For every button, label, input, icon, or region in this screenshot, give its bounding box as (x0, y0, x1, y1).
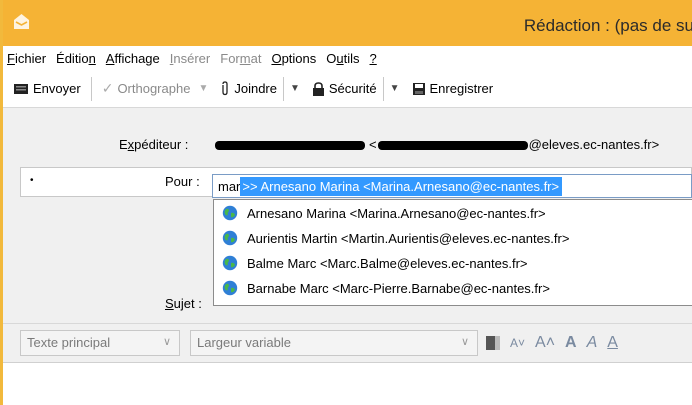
autocomplete-popup: Arnesano Marina <Marina.Arnesano@ec-nant… (213, 199, 692, 306)
toolbar-separator (382, 76, 384, 101)
menu-bar: Fichier Édition Affichage Insérer Format Opti… (3, 46, 692, 70)
smaller-text-icon[interactable]: A˅ (510, 336, 525, 350)
lock-icon (312, 81, 324, 96)
to-typed-text: mar (218, 178, 241, 194)
subject-label: Sujet : (165, 296, 202, 311)
autocomplete-item[interactable]: Aurientis Martin <Martin.Aurientis@eleve… (214, 226, 692, 250)
thunderbird-icon (14, 14, 29, 29)
paragraph-format-select[interactable]: Texte principal ∨ (20, 329, 180, 356)
attach-button[interactable]: Joindre (216, 76, 281, 102)
from-suffix: @eleves.ec-nantes.fr> (528, 137, 660, 152)
attach-dropdown-icon[interactable]: ▼ (286, 83, 304, 94)
attach-label: Joindre (234, 81, 277, 96)
security-button[interactable]: Sécurité (308, 76, 381, 102)
chevron-down-icon: ∨ (460, 335, 469, 348)
menu-4[interactable]: Format (220, 51, 261, 66)
toolbar-separator (90, 76, 92, 101)
autocomplete-item-label: Aurientis Martin <Martin.Aurientis@eleve… (247, 230, 570, 246)
spelling-label: Orthographe (117, 81, 191, 96)
font-select[interactable]: Largeur variable ∨ (190, 329, 478, 356)
globe-icon (222, 280, 238, 296)
menu-7[interactable]: ? (370, 51, 377, 66)
autocomplete-item[interactable]: Balme Marc <Marc.Balme@eleves.ec-nantes.… (214, 251, 692, 275)
compose-toolbar: Envoyer ✓ Orthographe ▼ Joindre ▼ Sécuri… (3, 70, 692, 108)
toolbar-separator (282, 76, 284, 101)
send-icon (14, 83, 28, 94)
send-label: Envoyer (33, 81, 81, 96)
font-value: Largeur variable (197, 335, 291, 350)
autocomplete-item[interactable]: Barnabe Marc <Marc-Pierre.Barnabe@ec-nan… (214, 276, 692, 300)
menu-5[interactable]: Options (271, 51, 316, 66)
recipient-type-dropdown-icon[interactable]: • (30, 175, 34, 186)
to-input[interactable]: mar >> Arnesano Marina <Marina.Arnesano@e… (212, 174, 692, 198)
spelling-dropdown-icon[interactable]: ▼ (194, 83, 212, 94)
floppy-disk-icon (412, 82, 425, 95)
menu-2[interactable]: Affichage (106, 51, 160, 66)
save-button[interactable]: Enregistrer (408, 76, 498, 102)
checkmark-icon: ✓ (101, 80, 114, 96)
redacted-email (377, 141, 528, 151)
send-button[interactable]: Envoyer (9, 76, 85, 102)
autocomplete-item-label: Arnesano Marina <Marina.Arnesano@ec-nant… (247, 205, 546, 221)
bold-icon[interactable]: A (565, 334, 577, 352)
autocomplete-item-label: Barnabe Marc <Marc-Pierre.Barnabe@ec-nan… (247, 280, 550, 296)
redacted-name (215, 141, 365, 151)
menu-1[interactable]: Édition (56, 51, 96, 66)
globe-icon (222, 205, 238, 221)
spelling-button[interactable]: ✓ Orthographe (98, 76, 195, 102)
autocomplete-item[interactable]: Arnesano Marina <Marina.Arnesano@ec-nant… (214, 201, 692, 225)
window-title: Rédaction : (pas de su (523, 16, 692, 35)
autocomplete-item-label: Balme Marc <Marc.Balme@eleves.ec-nantes.… (247, 255, 528, 271)
menu-0[interactable]: Fichier (7, 51, 46, 66)
text-color-icon[interactable] (486, 335, 500, 350)
italic-icon[interactable]: A (587, 334, 598, 352)
menu-6[interactable]: Outils (326, 51, 359, 66)
paragraph-format-value: Texte principal (27, 335, 111, 350)
menu-3[interactable]: Insérer (170, 51, 210, 66)
chevron-down-icon: ∨ (162, 335, 171, 348)
from-label: Expéditeur : (119, 137, 189, 152)
paperclip-icon (222, 81, 228, 96)
globe-icon (222, 255, 238, 271)
message-body[interactable] (3, 362, 692, 405)
compose-window: Rédaction : (pas de su Fichier Édition Aff… (0, 0, 692, 405)
security-dropdown-icon[interactable]: ▼ (386, 83, 404, 94)
security-label: Sécurité (328, 81, 377, 96)
from-selector[interactable]: < @eleves.ec-nantes.fr> (215, 137, 659, 152)
title-bar: Rédaction : (pas de su (3, 0, 692, 46)
format-toolbar: Texte principal ∨ Largeur variable ∨ A˅ … (3, 323, 692, 361)
to-label: Pour : (165, 174, 200, 189)
save-label: Enregistrer (429, 81, 494, 96)
larger-text-icon[interactable]: A˄ (535, 334, 555, 352)
to-autocomplete-suggestion: >> Arnesano Marina <Marina.Arnesano@ec-n… (240, 176, 563, 196)
underline-icon[interactable]: A (607, 334, 618, 352)
globe-icon (222, 230, 238, 246)
